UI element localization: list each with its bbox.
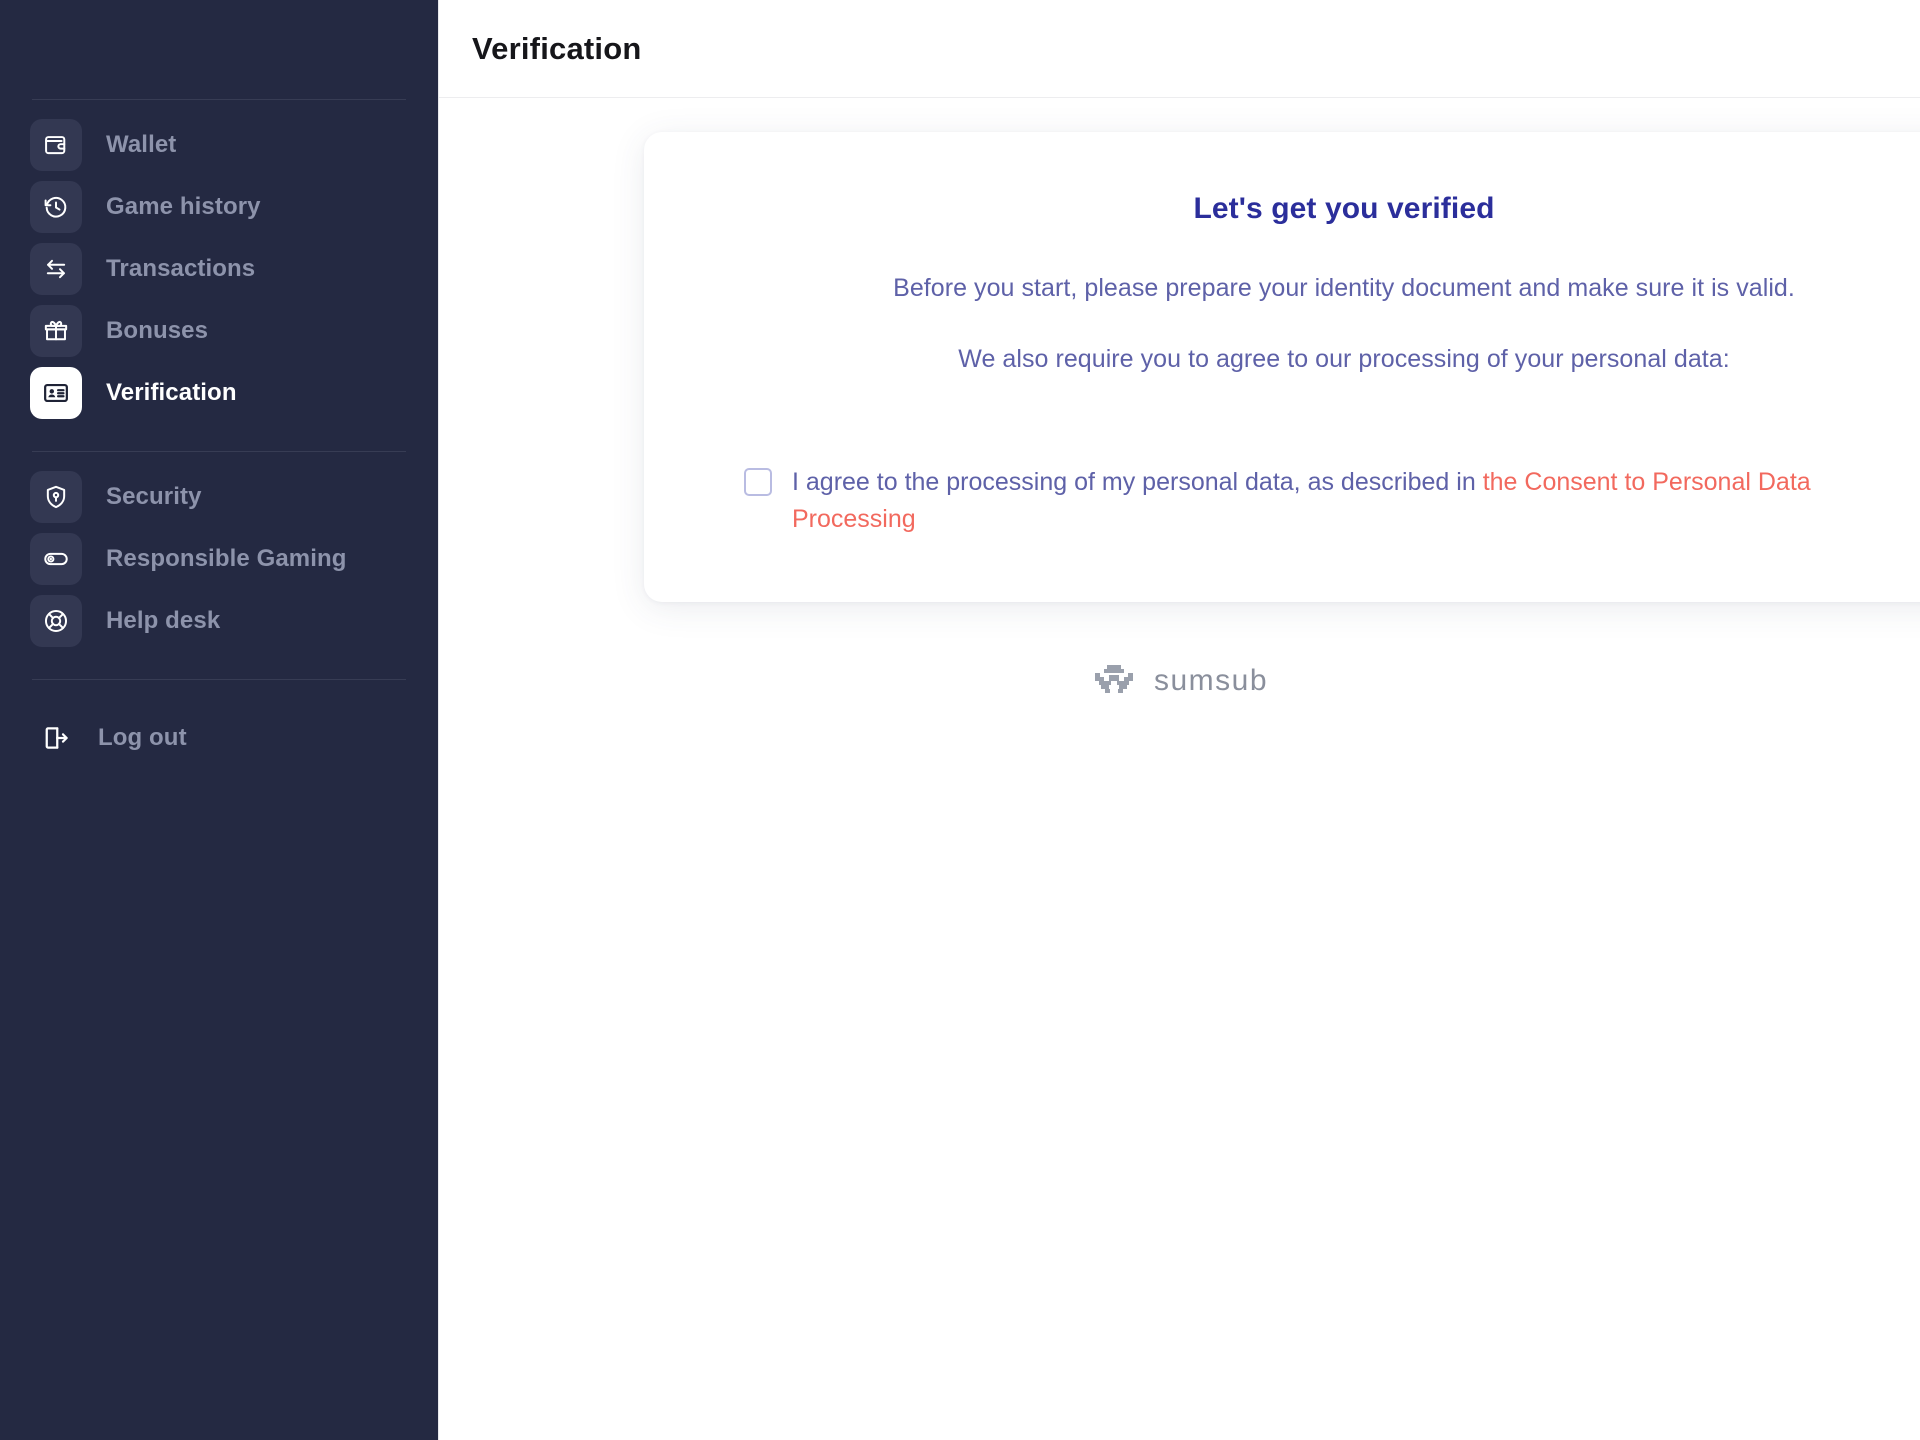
card-instruction-line-2: We also require you to agree to our proc… — [958, 345, 1730, 373]
sidebar-item-label: Security — [106, 483, 202, 510]
lifebuoy-icon — [30, 595, 82, 647]
consent-checkbox[interactable] — [744, 468, 772, 496]
main-content: Verification Let's get you verified Befo… — [438, 0, 1920, 1440]
verification-card: Let's get you verified Before you start,… — [644, 132, 1920, 602]
page-header: Verification — [439, 0, 1920, 98]
sidebar-primary-nav: Wallet Game history Transactions Bonuses… — [30, 100, 408, 424]
sidebar-item-verification[interactable]: Verification — [30, 362, 408, 424]
wallet-icon — [30, 119, 82, 171]
sidebar-item-label: Responsible Gaming — [106, 545, 347, 572]
sidebar-item-help-desk[interactable]: Help desk — [30, 590, 408, 652]
sidebar-item-label: Wallet — [106, 131, 177, 158]
sidebar-item-game-history[interactable]: Game history — [30, 176, 408, 238]
provider-name: sumsub — [1153, 664, 1269, 697]
sidebar-item-wallet[interactable]: Wallet — [30, 114, 408, 176]
logout-section: Log out — [30, 680, 408, 766]
sidebar-item-bonuses[interactable]: Bonuses — [30, 300, 408, 362]
logout-label: Log out — [98, 724, 187, 751]
page-title: Verification — [472, 30, 642, 66]
sidebar-item-label: Transactions — [106, 255, 256, 282]
sidebar-item-label: Bonuses — [106, 317, 209, 344]
history-icon — [30, 181, 82, 233]
verification-stage: Let's get you verified Before you start,… — [439, 98, 1920, 1440]
consent-row: I agree to the processing of my personal… — [714, 464, 1920, 538]
consent-label: I agree to the processing of my personal… — [792, 464, 1832, 538]
app-root: Wallet Game history Transactions Bonuses… — [0, 0, 1920, 1440]
sidebar-item-label: Verification — [106, 379, 237, 406]
shield-lock-icon — [30, 471, 82, 523]
sumsub-mark-icon — [1091, 663, 1137, 699]
gift-icon — [30, 305, 82, 357]
card-title: Let's get you verified — [1193, 192, 1495, 225]
id-card-icon — [30, 367, 82, 419]
sidebar: Wallet Game history Transactions Bonuses… — [0, 0, 438, 1440]
provider-branding: sumsub — [439, 663, 1920, 699]
sidebar-item-security[interactable]: Security — [30, 466, 408, 528]
card-instruction-line-1: Before you start, please prepare your id… — [893, 274, 1795, 302]
toggle-icon — [30, 533, 82, 585]
sidebar-item-label: Help desk — [106, 607, 221, 634]
transfer-icon — [30, 243, 82, 295]
logout-icon — [34, 723, 78, 753]
sidebar-secondary-nav: Security Responsible Gaming Help desk — [30, 452, 408, 652]
consent-text-static: I agree to the processing of my personal… — [792, 468, 1483, 496]
sidebar-item-transactions[interactable]: Transactions — [30, 238, 408, 300]
sidebar-item-label: Game history — [106, 193, 261, 220]
logout-button[interactable]: Log out — [30, 710, 408, 766]
sidebar-item-responsible-gaming[interactable]: Responsible Gaming — [30, 528, 408, 590]
